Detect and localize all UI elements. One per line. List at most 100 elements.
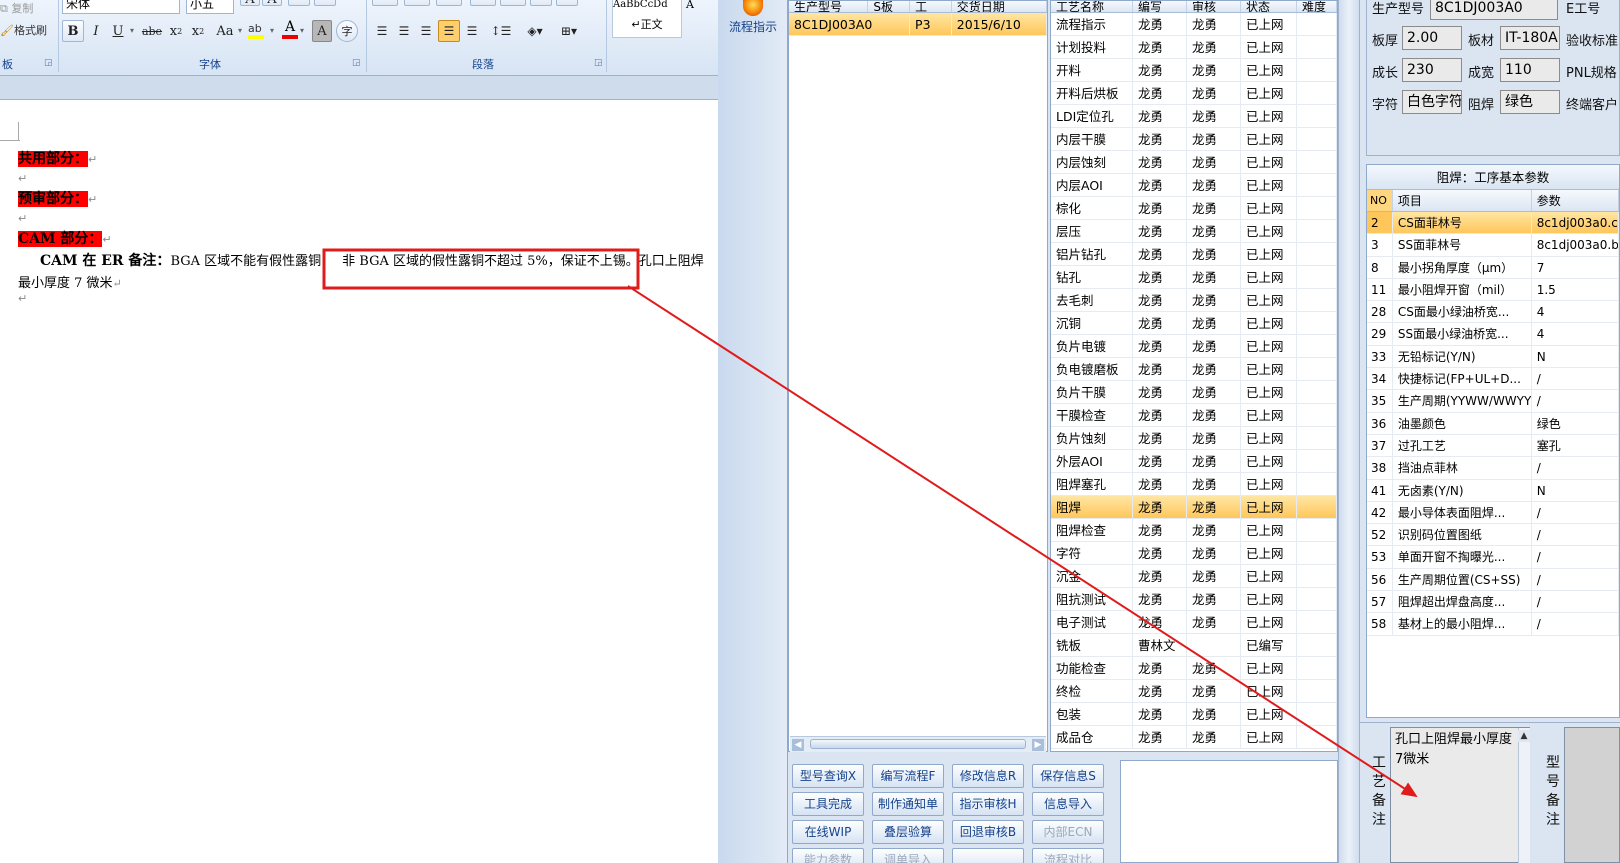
phonetic-guide-button[interactable] (314, 0, 336, 6)
superscript-button[interactable]: x2 (188, 20, 208, 42)
table-row[interactable]: 52 识别码位置图纸 / (1367, 524, 1619, 547)
table-row[interactable]: 37 过孔工艺 塞孔 (1367, 434, 1619, 458)
clear-format-button[interactable] (288, 0, 310, 6)
length-field[interactable]: 230 (1402, 58, 1462, 82)
action-button[interactable]: 调单导入 (872, 848, 944, 863)
action-button[interactable]: 内部ECN (1032, 820, 1104, 844)
line-spacing-button[interactable]: ↕☰ (486, 20, 516, 42)
table-row[interactable]: 阻焊 龙勇 龙勇 已上网 (1051, 496, 1337, 519)
table-row[interactable]: 28 CS面最小绿油桥宽... 4 (1367, 301, 1619, 324)
table-row[interactable]: 内层蚀刻 龙勇 龙勇 已上网 (1051, 151, 1337, 174)
model-remark-textarea[interactable] (1564, 727, 1620, 863)
table-row[interactable]: 沉铜 龙勇 龙勇 已上网 (1051, 312, 1337, 335)
borders-button[interactable]: ⊞▾ (554, 20, 584, 42)
table-row[interactable]: 字符 龙勇 龙勇 已上网 (1051, 542, 1337, 565)
table-row[interactable]: 铝片钻孔 龙勇 龙勇 已上网 (1051, 243, 1337, 266)
table-row[interactable]: 计划投料 龙勇 龙勇 已上网 (1051, 36, 1337, 59)
solder-mask-field[interactable]: 绿色 (1500, 90, 1560, 114)
table-row[interactable]: 内层AOI 龙勇 龙勇 已上网 (1051, 174, 1337, 197)
bold-button[interactable]: B (62, 20, 84, 42)
action-button[interactable]: 回退审核B (952, 820, 1024, 844)
table-row[interactable]: 35 生产周期(YYWW/WWYY) / (1367, 390, 1619, 413)
table-row[interactable]: 3 SS面菲林号 8c1dj003a0.b (1367, 234, 1619, 257)
chevron-down-icon[interactable]: ▾ (270, 26, 274, 35)
shading-button[interactable]: ◈▾ (520, 20, 550, 42)
strikethrough-button[interactable]: abe (140, 20, 164, 42)
decrease-indent-button[interactable] (470, 0, 496, 6)
table-row[interactable]: 57 阻焊超出焊盘高度... / (1367, 591, 1619, 614)
action-button[interactable]: 指示审核H (952, 792, 1024, 816)
column-header[interactable]: 工 (910, 1, 952, 12)
table-row[interactable]: LDI定位孔 龙勇 龙勇 已上网 (1051, 105, 1337, 128)
column-header[interactable]: S板 (868, 1, 911, 12)
table-row[interactable]: 阻焊检查 龙勇 龙勇 已上网 (1051, 519, 1337, 542)
column-header[interactable]: 难度 (1297, 1, 1337, 12)
table-row[interactable]: 阻抗测试 龙勇 龙勇 已上网 (1051, 588, 1337, 611)
show-marks-button[interactable] (556, 0, 578, 6)
style-normal[interactable]: AaBbCcDd ↵正文 (612, 0, 682, 38)
thickness-field[interactable]: 2.00 (1402, 26, 1462, 50)
align-left-button[interactable]: ☰ (372, 20, 392, 42)
action-button[interactable]: 信息导入 (1032, 792, 1104, 816)
action-button[interactable]: 在线WIP (792, 820, 864, 844)
column-header[interactable]: 审核 (1187, 1, 1241, 12)
table-row[interactable]: 成品仓 龙勇 龙勇 已上网 (1051, 726, 1337, 749)
font-color-button[interactable]: A (280, 20, 300, 40)
table-row[interactable]: 开料 龙勇 龙勇 已上网 (1051, 59, 1337, 82)
italic-button[interactable]: I (86, 20, 106, 42)
column-header[interactable]: NO (1367, 190, 1393, 211)
process-remark-textarea[interactable]: 孔口上阻焊最小厚度7微米 (1390, 727, 1530, 863)
table-row[interactable]: 电子测试 龙勇 龙勇 已上网 (1051, 611, 1337, 634)
align-center-button[interactable]: ☰ (394, 20, 414, 42)
table-row[interactable]: 去毛刺 龙勇 龙勇 已上网 (1051, 289, 1337, 312)
column-header[interactable]: 参数 (1532, 190, 1619, 211)
shrink-font-button[interactable]: A (262, 0, 282, 7)
chevron-down-icon[interactable]: ▾ (130, 26, 134, 35)
table-row[interactable]: 铣板 曹林文 已编写 (1051, 634, 1337, 657)
table-row[interactable]: 8 最小拐角厚度（μm） 7 (1367, 256, 1619, 279)
action-button[interactable]: 修改信息R (952, 764, 1024, 788)
width-field[interactable]: 110 (1500, 58, 1560, 82)
table-row[interactable]: 41 无卤素(Y/N) N (1367, 479, 1619, 502)
table-row[interactable]: 56 生产周期位置(CS+SS) / (1367, 568, 1619, 592)
table-row[interactable]: 58 基材上的最小阻焊... / (1367, 613, 1619, 636)
change-case-button[interactable]: Aa (212, 20, 238, 42)
table-row[interactable]: 负片电镀 龙勇 龙勇 已上网 (1051, 335, 1337, 358)
column-header[interactable]: 生产型号 (789, 1, 869, 12)
column-header[interactable]: 交货日期 (952, 1, 1047, 12)
table-row[interactable]: 包装 龙勇 龙勇 已上网 (1051, 703, 1337, 726)
legend-field[interactable]: 白色字符 (1402, 90, 1462, 114)
table-row[interactable]: 内层干膜 龙勇 龙勇 已上网 (1051, 128, 1337, 151)
column-header[interactable]: 编写 (1133, 1, 1187, 12)
grow-font-button[interactable]: A (240, 0, 260, 7)
table-row[interactable]: 8C1DJ003A0 P3 2015/6/10 (789, 13, 1047, 36)
subscript-button[interactable]: x2 (166, 20, 186, 42)
column-header[interactable]: 项目 (1393, 190, 1532, 211)
action-button[interactable]: 编写流程F (872, 764, 944, 788)
table-row[interactable]: 功能检查 龙勇 龙勇 已上网 (1051, 657, 1337, 680)
table-row[interactable]: 29 SS面最小绿油桥宽... 4 (1367, 323, 1619, 346)
flow-indicator-button[interactable]: 流程指示 (722, 0, 784, 38)
table-row[interactable]: 53 单面开窗不掏曝光... / (1367, 546, 1619, 569)
table-row[interactable]: 流程指示 龙勇 龙勇 已上网 (1051, 13, 1337, 36)
scroll-left-icon[interactable]: ◀ (792, 739, 804, 751)
action-button[interactable]: 保存信息S (1032, 764, 1104, 788)
table-row[interactable]: 38 挡油点菲林 / (1367, 457, 1619, 480)
highlight-color-button[interactable]: ab (248, 22, 268, 40)
increase-indent-button[interactable] (500, 0, 526, 6)
table-row[interactable]: 33 无铅标记(Y/N) N (1367, 345, 1619, 369)
justify-button[interactable]: ☰ (438, 20, 460, 42)
table-row[interactable]: 负片蚀刻 龙勇 龙勇 已上网 (1051, 427, 1337, 450)
column-header[interactable]: 状态 (1241, 1, 1297, 12)
table-row[interactable]: 负片干膜 龙勇 龙勇 已上网 (1051, 381, 1337, 404)
action-button[interactable]: 工具完成 (792, 792, 864, 816)
dialog-launcher-icon[interactable]: ◲ (352, 58, 361, 68)
char-shading-button[interactable]: A (312, 20, 332, 42)
remark-scrollbar[interactable] (1518, 728, 1530, 863)
material-field[interactable]: IT-180A (1500, 26, 1560, 50)
table-row[interactable]: 钻孔 龙勇 龙勇 已上网 (1051, 266, 1337, 289)
table-row[interactable]: 34 快捷标记(FP+UL+D... / (1367, 368, 1619, 391)
chevron-down-icon[interactable]: ▾ (300, 26, 304, 35)
table-row[interactable]: 负电镀磨板 龙勇 龙勇 已上网 (1051, 358, 1337, 381)
table-row[interactable]: 棕化 龙勇 龙勇 已上网 (1051, 197, 1337, 220)
